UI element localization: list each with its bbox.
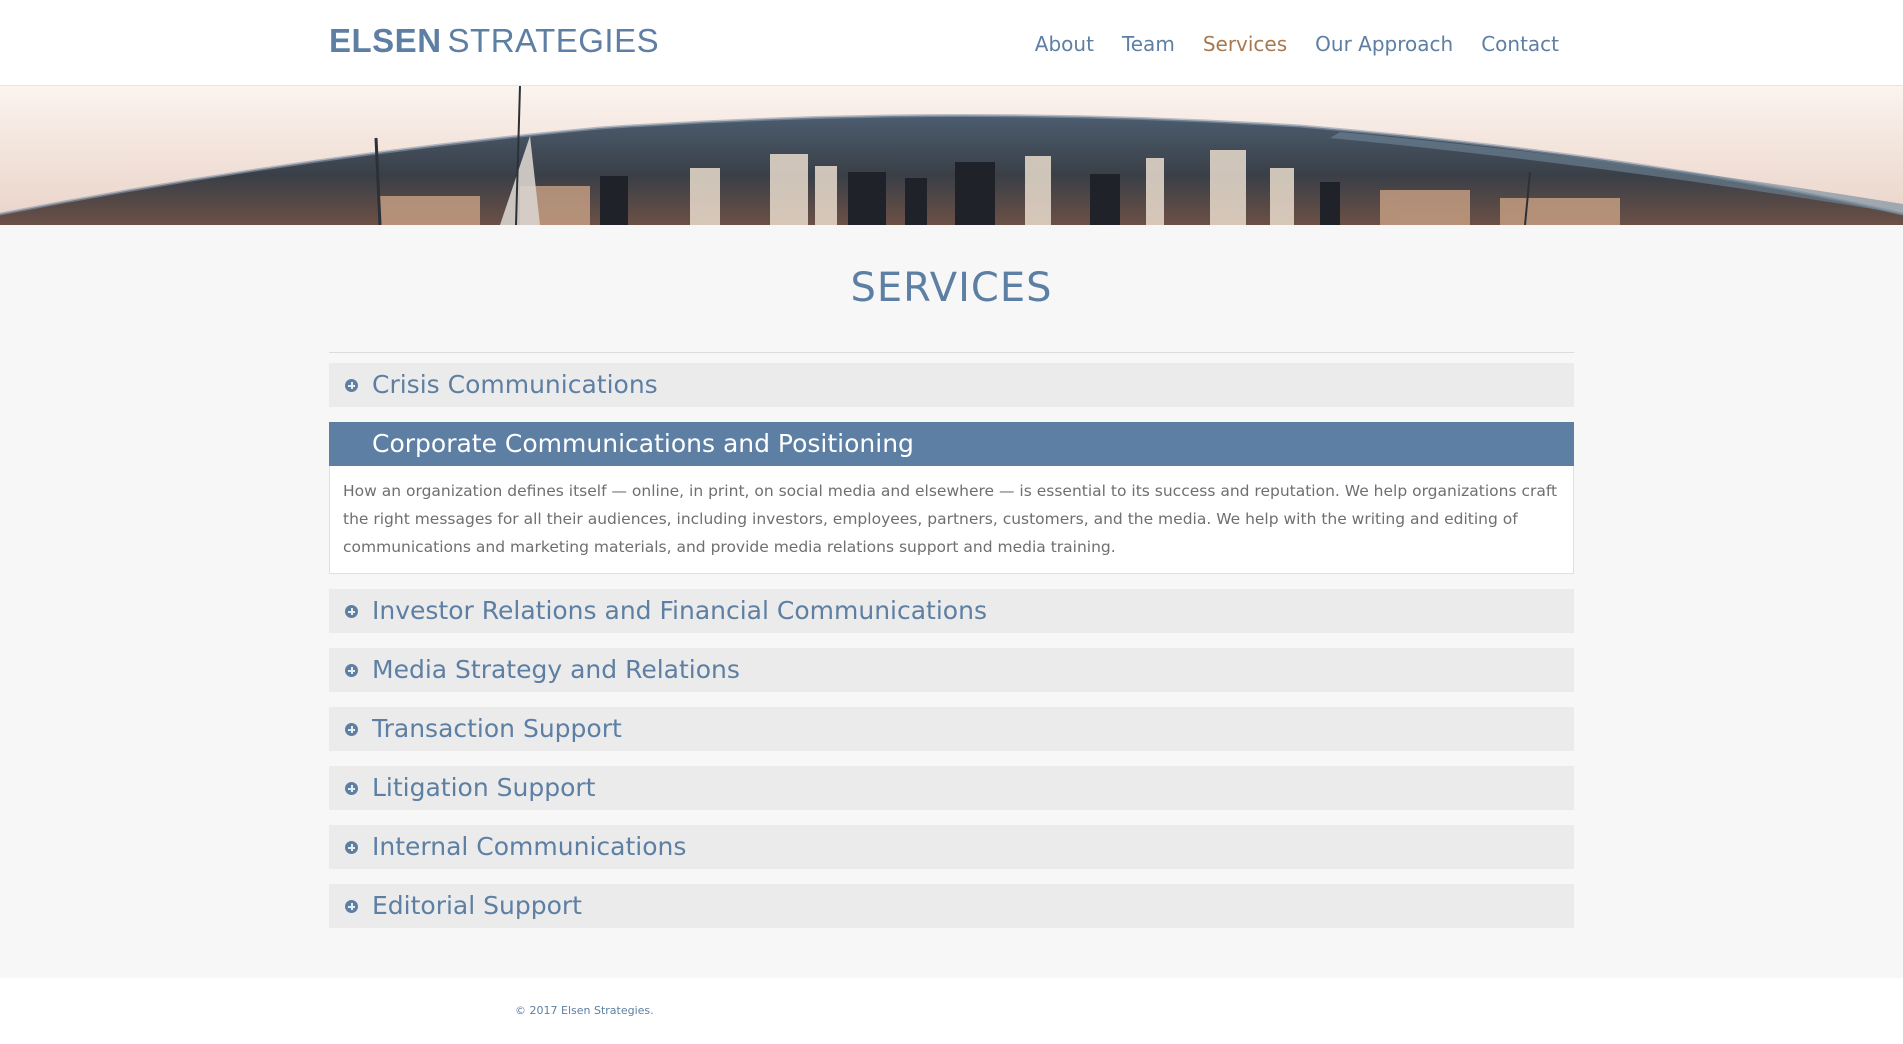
service-item-internal-communications: Internal Communications	[329, 825, 1574, 869]
service-toggle-crisis-communications[interactable]: Crisis Communications	[329, 363, 1574, 407]
logo-light-text: STRATEGIES	[447, 22, 660, 59]
plus-circle-icon	[345, 664, 358, 677]
copyright-text: © 2017 Elsen Strategies.	[515, 1004, 654, 1017]
site-header: ELSEN STRATEGIES About Team Services Our …	[0, 0, 1903, 86]
service-item-media-strategy: Media Strategy and Relations	[329, 648, 1574, 692]
plus-circle-icon	[345, 723, 358, 736]
plus-circle-icon	[345, 605, 358, 618]
service-item-litigation-support: Litigation Support	[329, 766, 1574, 810]
plus-circle-icon	[345, 900, 358, 913]
service-toggle-litigation-support[interactable]: Litigation Support	[329, 766, 1574, 810]
service-description: How an organization defines itself — onl…	[329, 466, 1574, 574]
plus-circle-icon	[345, 841, 358, 854]
service-item-crisis-communications: Crisis Communications	[329, 363, 1574, 407]
service-title: Investor Relations and Financial Communi…	[372, 596, 987, 625]
service-toggle-investor-relations[interactable]: Investor Relations and Financial Communi…	[329, 589, 1574, 633]
service-toggle-internal-communications[interactable]: Internal Communications	[329, 825, 1574, 869]
service-title: Crisis Communications	[372, 370, 658, 399]
service-title: Corporate Communications and Positioning	[372, 429, 914, 458]
service-title: Editorial Support	[372, 891, 582, 920]
nav-contact[interactable]: Contact	[1481, 30, 1559, 58]
service-title: Internal Communications	[372, 832, 687, 861]
service-title: Media Strategy and Relations	[372, 655, 740, 684]
main-nav: About Team Services Our Approach Contact	[1035, 30, 1559, 58]
nav-services[interactable]: Services	[1203, 30, 1287, 58]
service-toggle-transaction-support[interactable]: Transaction Support	[329, 707, 1574, 751]
service-title: Litigation Support	[372, 773, 596, 802]
hero-banner-image	[0, 86, 1903, 225]
service-item-corporate-communications: Corporate Communications and Positioning…	[329, 422, 1574, 574]
plus-circle-icon	[345, 782, 358, 795]
service-item-transaction-support: Transaction Support	[329, 707, 1574, 751]
page-title: SERVICES	[850, 265, 1053, 311]
site-footer: © 2017 Elsen Strategies.	[0, 978, 1903, 1044]
logo-bold-text: ELSEN	[329, 22, 442, 59]
service-title: Transaction Support	[372, 714, 622, 743]
nav-team[interactable]: Team	[1122, 30, 1175, 58]
service-toggle-editorial-support[interactable]: Editorial Support	[329, 884, 1574, 928]
site-logo[interactable]: ELSEN STRATEGIES	[329, 22, 659, 60]
service-toggle-media-strategy[interactable]: Media Strategy and Relations	[329, 648, 1574, 692]
service-item-editorial-support: Editorial Support	[329, 884, 1574, 928]
service-toggle-corporate-communications[interactable]: Corporate Communications and Positioning	[329, 422, 1574, 466]
services-accordion: Crisis Communications Corporate Communic…	[329, 363, 1574, 943]
service-item-investor-relations: Investor Relations and Financial Communi…	[329, 589, 1574, 633]
city-skyline-image	[0, 86, 1903, 225]
nav-about[interactable]: About	[1035, 30, 1094, 58]
nav-our-approach[interactable]: Our Approach	[1315, 30, 1453, 58]
plus-circle-icon	[345, 379, 358, 392]
title-divider	[329, 352, 1574, 353]
